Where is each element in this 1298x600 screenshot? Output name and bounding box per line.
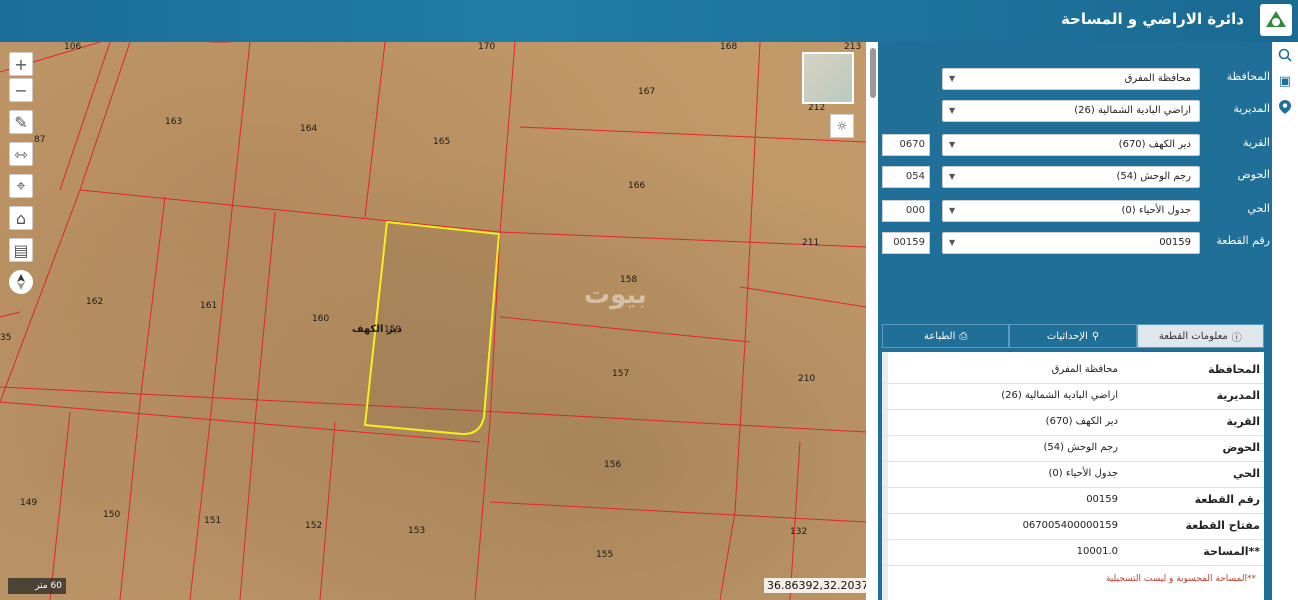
coordinates-readout: 36.86392,32.2037233 xyxy=(764,578,866,593)
info-row: رقم القطعة 00159 xyxy=(882,488,1264,514)
chevron-down-icon: ▼ xyxy=(949,140,956,149)
directorate-row: ▼ اراضي البادية الشمالية (26) المديرية xyxy=(878,100,1272,124)
basin-code-input[interactable]: 054 xyxy=(882,166,930,188)
parcel-label: 167 xyxy=(638,87,655,97)
zoom-out-button[interactable]: − xyxy=(9,78,33,102)
app-header: دائرة الاراضي و المساحة xyxy=(0,0,1298,42)
chevron-down-icon: ▼ xyxy=(949,172,956,181)
parcel-label: 212 xyxy=(808,103,825,113)
parcel-label: 149 xyxy=(20,498,37,508)
pin-icon: ⚲ xyxy=(1091,330,1100,342)
info-row: المديرية اراضي البادية الشمالية (26) xyxy=(882,384,1264,410)
chevron-down-icon: ▼ xyxy=(949,74,956,83)
parcel-label: 166 xyxy=(628,181,645,191)
directorate-select[interactable]: ▼ اراضي البادية الشمالية (26) xyxy=(942,100,1200,122)
governorate-label: المحافظة xyxy=(1226,70,1270,83)
scale-bar: 60 متر xyxy=(8,578,66,594)
scrollbar[interactable] xyxy=(870,48,876,98)
measure-icon[interactable]: ⇿ xyxy=(9,142,33,166)
village-select[interactable]: ▼ دير الكهف (670) xyxy=(942,134,1200,156)
info-row: المحافظة محافظة المفرق xyxy=(882,358,1264,384)
plot-info-table: المحافظة محافظة المفرق المديرية اراضي البا… xyxy=(882,352,1264,600)
layers-icon[interactable]: ▣ xyxy=(1276,72,1294,90)
parcel-label: 153 xyxy=(408,526,425,536)
plot-select[interactable]: ▼ 00159 xyxy=(942,232,1200,254)
home-icon[interactable]: ⌂ xyxy=(9,206,33,230)
basin-row: 054 ▼ رجم الوحش (54) الحوض xyxy=(878,166,1272,190)
parcel-label: 162 xyxy=(86,297,103,307)
directorate-label: المديرية xyxy=(1233,102,1270,115)
neighborhood-code-input[interactable]: 000 xyxy=(882,200,930,222)
area-footnote: **المساحة المحسوبة و ليست التسجيلية xyxy=(1105,574,1256,584)
compass-icon[interactable] xyxy=(9,270,33,294)
map-view[interactable]: 106 170 168 213 163 164 165 167 87 166 2… xyxy=(0,42,866,600)
tab-print[interactable]: ⎙ الطباعة xyxy=(882,324,1010,348)
sun-icon[interactable]: ☼ xyxy=(830,114,854,138)
draw-pencil-icon[interactable]: ✎ xyxy=(9,110,33,134)
parcel-label: 156 xyxy=(604,460,621,470)
parcel-label: 170 xyxy=(478,42,495,52)
chevron-down-icon: ▼ xyxy=(949,106,956,115)
governorate-row: ▼ محافظة المفرق المحافظة xyxy=(878,68,1272,92)
plot-row: 00159 ▼ 00159 رقم القطعة xyxy=(878,232,1272,256)
tab-coordinates[interactable]: ⚲ الإحداثيات xyxy=(1009,324,1137,348)
parcel-label: 155 xyxy=(596,550,613,560)
search-panel: ▼ محافظة المفرق المحافظة ▼ اراضي البادية ا… xyxy=(878,42,1272,600)
zoom-in-button[interactable]: + xyxy=(9,52,33,76)
plot-label: رقم القطعة xyxy=(1216,234,1270,247)
print-icon: ⎙ xyxy=(959,330,968,342)
basin-select[interactable]: ▼ رجم الوحش (54) xyxy=(942,166,1200,188)
location-pin-icon[interactable] xyxy=(1276,98,1294,116)
info-row: الحي جدول الأحياء (0) xyxy=(882,462,1264,488)
parcel-label: 210 xyxy=(798,374,815,384)
parcel-label: 160 xyxy=(312,314,329,324)
neighborhood-label: الحي xyxy=(1247,202,1270,215)
parcel-label: 211 xyxy=(802,238,819,248)
watermark: بيوت xyxy=(584,280,647,310)
locate-icon[interactable]: ⌖ xyxy=(9,174,33,198)
info-row: الحوض رجم الوحش (54) xyxy=(882,436,1264,462)
parcel-label: 35 xyxy=(0,333,11,343)
logo-icon xyxy=(1260,4,1292,36)
village-code-input[interactable]: 0670 xyxy=(882,134,930,156)
parcel-label: 161 xyxy=(200,301,217,311)
selected-parcel-name: دير الكهف xyxy=(352,324,402,335)
parcel-label: 165 xyxy=(433,137,450,147)
app-title: دائرة الاراضي و المساحة xyxy=(1060,10,1244,28)
info-row: مفتاح القطعة 067005400000159 xyxy=(882,514,1264,540)
neighborhood-select[interactable]: ▼ جدول الأحياء (0) xyxy=(942,200,1200,222)
parcel-label: 163 xyxy=(165,117,182,127)
parcel-label: 106 xyxy=(64,42,81,52)
parcel-label: 151 xyxy=(204,516,221,526)
village-label: القرية xyxy=(1242,136,1270,149)
chart-icon[interactable]: ▤ xyxy=(9,238,33,262)
parcel-label: 164 xyxy=(300,124,317,134)
parcel-layer[interactable]: 106 170 168 213 163 164 165 167 87 166 2… xyxy=(0,42,866,600)
chevron-down-icon: ▼ xyxy=(949,238,956,247)
icon-rail: ▣ xyxy=(1272,42,1298,600)
info-icon: ⓘ xyxy=(1231,332,1242,344)
neighborhood-row: 000 ▼ جدول الأحياء (0) الحي xyxy=(878,200,1272,224)
parcel-label: 87 xyxy=(34,135,45,145)
tab-plot-info[interactable]: ⓘ معلومات القطعة xyxy=(1136,324,1264,348)
village-row: 0670 ▼ دير الكهف (670) القرية xyxy=(878,134,1272,158)
parcel-label: 213 xyxy=(844,42,861,52)
parcel-label: 152 xyxy=(305,521,322,531)
basin-label: الحوض xyxy=(1237,168,1271,181)
parcel-label: 132 xyxy=(790,527,807,537)
parcel-label: 168 xyxy=(720,42,737,52)
overview-map[interactable] xyxy=(802,52,854,104)
info-row: القرية دير الكهف (670) xyxy=(882,410,1264,436)
panel-divider xyxy=(866,42,878,600)
plot-code-input[interactable]: 00159 xyxy=(882,232,930,254)
search-icon[interactable] xyxy=(1276,46,1294,64)
info-tabs: ⎙ الطباعة ⚲ الإحداثيات ⓘ معلومات القطعة xyxy=(882,324,1264,348)
parcel-label: 157 xyxy=(612,369,629,379)
governorate-select[interactable]: ▼ محافظة المفرق xyxy=(942,68,1200,90)
chevron-down-icon: ▼ xyxy=(949,206,956,215)
parcel-label: 150 xyxy=(103,510,120,520)
info-row: **المساحة 10001.0 xyxy=(882,540,1264,566)
